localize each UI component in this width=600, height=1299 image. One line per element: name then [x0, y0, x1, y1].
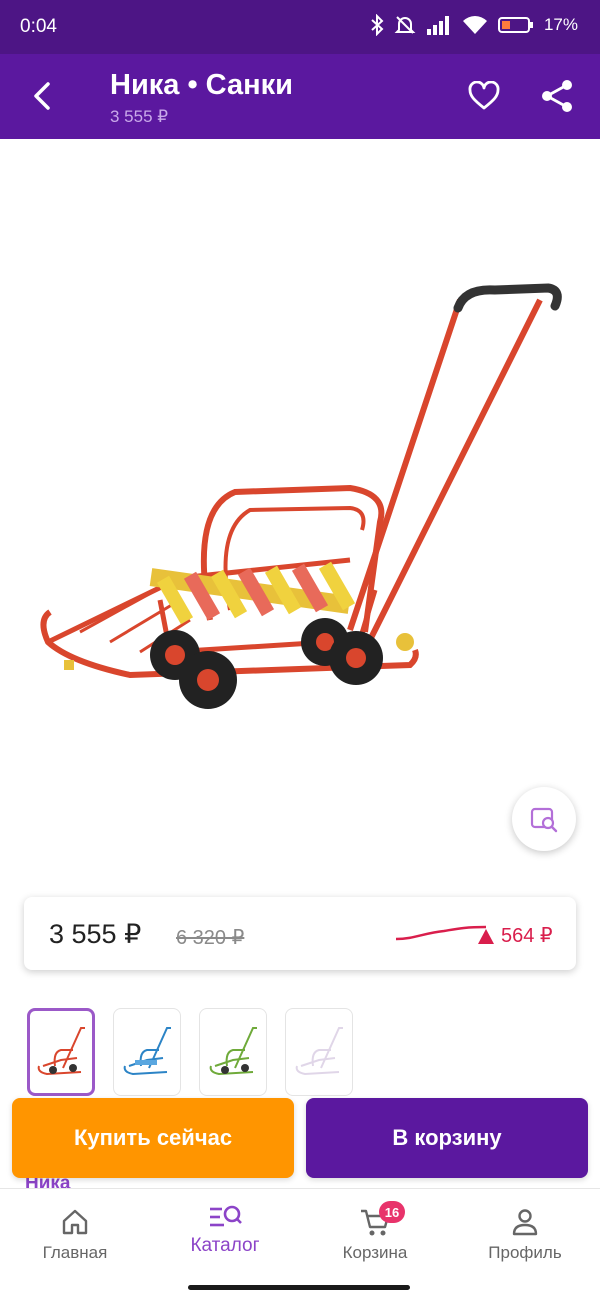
price-change: 564 ₽	[478, 923, 553, 948]
cart-badge: 16	[379, 1201, 405, 1223]
sled-thumbnail	[37, 1027, 85, 1076]
wifi-icon	[462, 16, 487, 34]
status-time: 0:04	[20, 16, 57, 37]
nav-item-catalog[interactable]: Каталог	[150, 1189, 300, 1279]
arrow-up-icon	[478, 928, 494, 944]
current-price: 3 555 ₽	[49, 919, 142, 949]
nav-item-profile[interactable]: Профиль	[450, 1189, 600, 1279]
cart-icon: 16	[359, 1201, 405, 1239]
product-image[interactable]	[20, 260, 580, 730]
sled-thumbnail	[209, 1027, 257, 1076]
favorite-button[interactable]	[464, 76, 504, 116]
header-price: 3 555 ₽	[110, 107, 169, 126]
battery-percent: 17%	[543, 15, 578, 34]
price-trend-line	[395, 925, 487, 941]
share-button[interactable]	[537, 76, 577, 116]
add-to-cart-button[interactable]: В корзину	[306, 1098, 588, 1178]
bottom-nav: Главная Каталог 16 Корзина Профиль	[0, 1188, 600, 1299]
nav-label-catalog: Каталог	[190, 1235, 260, 1256]
nav-label-profile: Профиль	[488, 1243, 562, 1262]
image-search-icon	[530, 807, 558, 833]
thumbnail-green[interactable]	[199, 1008, 267, 1096]
thumbnail-lilac[interactable]	[285, 1008, 353, 1096]
home-icon	[60, 1205, 90, 1239]
nav-label-home: Главная	[42, 1243, 108, 1262]
heart-icon	[468, 81, 500, 110]
image-search-button[interactable]	[512, 787, 576, 851]
product-page: 0:04 17% Ника • Санки 3 555 ₽ 3 555 ₽ 6 …	[0, 0, 600, 1299]
price-change-value: 564 ₽	[501, 925, 553, 947]
old-price: 6 320 ₽	[176, 927, 245, 949]
back-arrow-icon	[34, 82, 50, 110]
thumbnail-red[interactable]	[27, 1008, 95, 1096]
back-button[interactable]	[22, 76, 62, 116]
nav-item-home[interactable]: Главная	[0, 1189, 150, 1279]
battery-icon	[497, 17, 533, 33]
status-icons: 17%	[370, 14, 578, 36]
profile-icon	[510, 1205, 540, 1239]
thumbnail-blue[interactable]	[113, 1008, 181, 1096]
signal-icon	[426, 16, 449, 35]
gesture-bar[interactable]	[188, 1285, 410, 1290]
nav-item-cart[interactable]: 16 Корзина	[300, 1189, 450, 1279]
nav-label-cart: Корзина	[342, 1243, 408, 1262]
bluetooth-icon	[371, 14, 384, 36]
status-bar: 0:04 17%	[0, 0, 600, 54]
sled-thumbnail	[123, 1027, 171, 1076]
share-icon	[542, 80, 572, 112]
catalog-search-icon	[208, 1201, 242, 1235]
page-title: Ника • Санки	[110, 69, 293, 101]
buy-now-button[interactable]: Купить сейчас	[12, 1098, 294, 1178]
price-card[interactable]: 3 555 ₽ 6 320 ₽ 564 ₽	[24, 897, 576, 970]
bell-off-icon	[394, 16, 416, 34]
app-bar: Ника • Санки 3 555 ₽	[0, 54, 600, 139]
sled-thumbnail	[295, 1027, 343, 1076]
thumbnail-strip	[27, 1008, 353, 1096]
